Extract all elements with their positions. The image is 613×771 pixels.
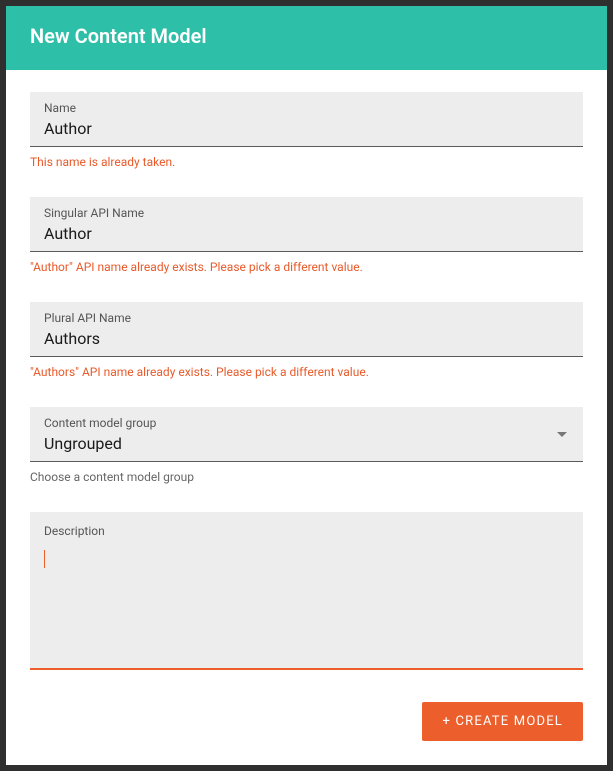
dialog-footer: + CREATE MODEL	[6, 682, 607, 765]
description-field-group: Description	[30, 512, 583, 670]
group-select-content: Content model group Ungrouped	[44, 416, 557, 453]
singular-api-error: "Author" API name already exists. Please…	[30, 260, 583, 274]
plural-api-error: "Authors" API name already exists. Pleas…	[30, 365, 583, 379]
chevron-down-icon	[557, 432, 567, 437]
singular-api-label: Singular API Name	[44, 206, 569, 220]
description-label: Description	[44, 524, 569, 538]
dialog-body: Name This name is already taken. Singula…	[6, 70, 607, 682]
name-error: This name is already taken.	[30, 155, 583, 169]
group-select[interactable]: Content model group Ungrouped	[30, 407, 583, 462]
singular-api-input[interactable]	[44, 224, 569, 243]
text-cursor-icon	[44, 550, 45, 568]
create-model-button[interactable]: + CREATE MODEL	[422, 702, 583, 741]
plural-api-label: Plural API Name	[44, 311, 569, 325]
group-value: Ungrouped	[44, 434, 557, 453]
group-helper: Choose a content model group	[30, 470, 583, 484]
dialog-title: New Content Model	[30, 24, 207, 48]
group-field-group: Content model group Ungrouped Choose a c…	[30, 407, 583, 484]
description-textarea[interactable]	[44, 548, 569, 568]
plural-api-input[interactable]	[44, 329, 569, 348]
plural-api-input-wrap[interactable]: Plural API Name	[30, 302, 583, 357]
singular-api-input-wrap[interactable]: Singular API Name	[30, 197, 583, 252]
singular-api-field-group: Singular API Name "Author" API name alre…	[30, 197, 583, 274]
name-field-group: Name This name is already taken.	[30, 92, 583, 169]
group-label: Content model group	[44, 416, 557, 430]
dialog-header: New Content Model	[6, 6, 607, 70]
new-content-model-dialog: New Content Model Name This name is alre…	[6, 6, 607, 765]
name-input-wrap[interactable]: Name	[30, 92, 583, 147]
plural-api-field-group: Plural API Name "Authors" API name alrea…	[30, 302, 583, 379]
name-input[interactable]	[44, 119, 569, 138]
description-input-wrap[interactable]: Description	[30, 512, 583, 670]
name-label: Name	[44, 101, 569, 115]
